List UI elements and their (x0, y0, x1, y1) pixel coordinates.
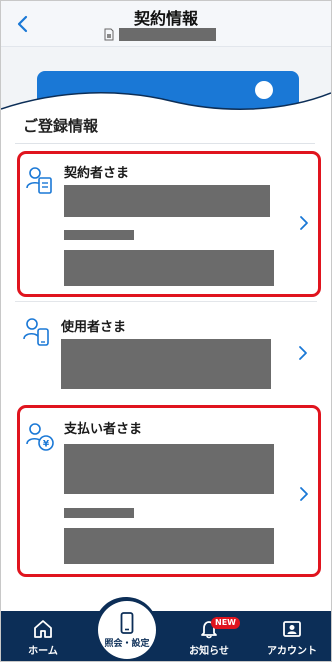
payer-yen-icon: ¥ (26, 423, 54, 451)
item-label: 契約者さま (64, 166, 130, 181)
nav-label: お知らせ (189, 646, 229, 657)
sim-card-icon (104, 28, 114, 40)
item-label: 支払い者さま (64, 422, 143, 437)
home-icon (34, 620, 52, 638)
masked-phone-number (119, 27, 216, 41)
app-frame: 契約情報 ご登録情報 契約者さま 使用者さま ¥ 支払い者さま ホーム お知らせ… (0, 0, 332, 662)
item-label: 使用者さま (61, 320, 127, 335)
chevron-right-icon (300, 216, 308, 230)
line-number-row (104, 26, 216, 42)
contract-holder-icon (26, 167, 52, 194)
account-card-icon (283, 621, 301, 637)
header: 契約情報 (1, 1, 331, 47)
new-badge: NEW (211, 617, 240, 629)
section-title: ご登録情報 (23, 117, 99, 135)
payer-item[interactable]: ¥ 支払い者さま (17, 405, 321, 577)
nav-label: ホーム (28, 646, 58, 657)
item-divider (15, 301, 317, 302)
registration-info-section: ご登録情報 契約者さま 使用者さま ¥ 支払い者さま (1, 111, 331, 611)
nav-inquiry-settings[interactable]: 照会・設定 (98, 601, 156, 659)
masked-field (64, 185, 270, 217)
masked-field (64, 508, 134, 518)
masked-field (64, 528, 274, 564)
masked-field (64, 250, 274, 286)
user-item[interactable]: 使用者さま (17, 307, 321, 401)
masked-field (64, 444, 274, 494)
chevron-right-icon (299, 346, 307, 360)
nav-label: アカウント (267, 646, 317, 657)
masked-field (64, 230, 134, 240)
user-phone-icon (23, 318, 49, 346)
chevron-right-icon (300, 487, 308, 501)
masked-field (61, 339, 271, 389)
smartphone-icon (120, 611, 134, 634)
svg-text:¥: ¥ (43, 440, 50, 450)
nav-account[interactable]: アカウント (257, 611, 327, 661)
section-divider (15, 143, 315, 144)
contract-holder-item[interactable]: 契約者さま (17, 151, 321, 297)
nav-home[interactable]: ホーム (15, 611, 71, 661)
nav-label: 照会・設定 (104, 638, 150, 649)
bottom-navigation: ホーム お知らせ アカウント (1, 611, 331, 661)
